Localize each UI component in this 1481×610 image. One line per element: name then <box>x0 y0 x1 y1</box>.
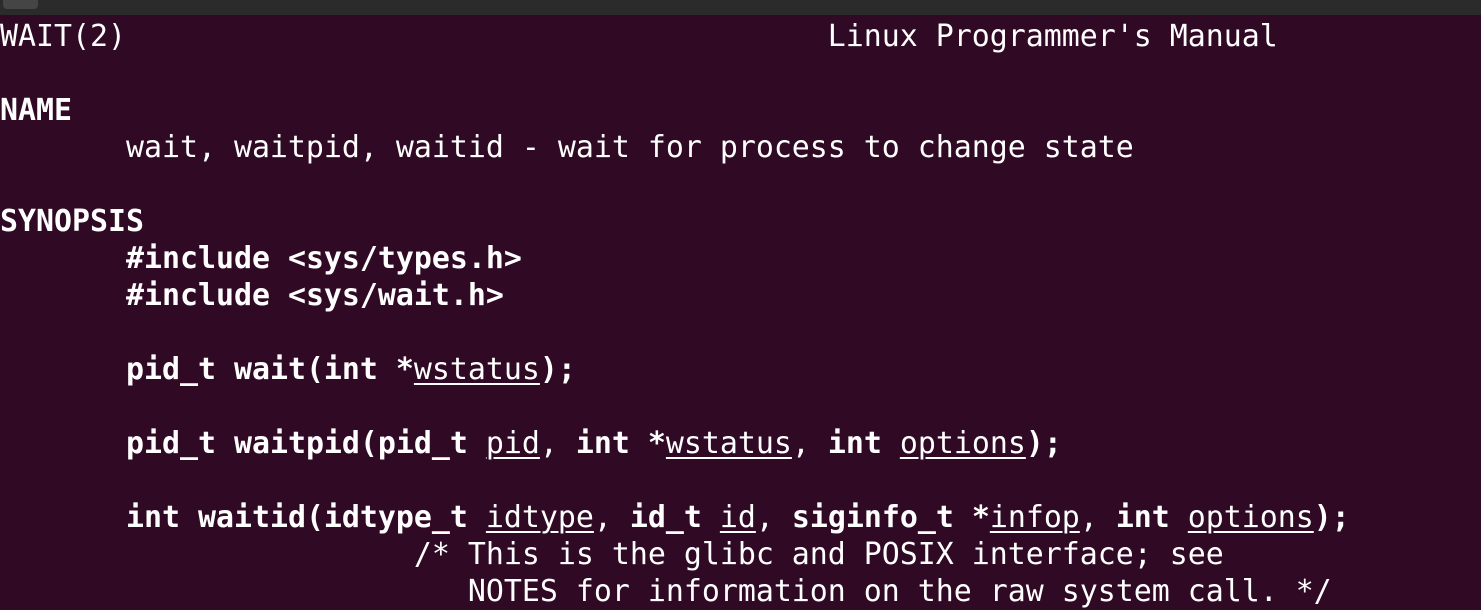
bold-text: ); <box>539 352 576 387</box>
bold-text: ); <box>1313 500 1350 535</box>
terminal-line: wait, waitpid, waitid - wait for process… <box>0 129 1350 166</box>
text: , <box>791 426 828 461</box>
argument-text: id <box>719 500 756 535</box>
terminal-line: SYNOPSIS​ <box>0 203 1350 240</box>
text: , <box>755 500 792 535</box>
bold-text: ); <box>1025 426 1062 461</box>
argument-text: idtype <box>485 500 594 535</box>
terminal-tab[interactable] <box>3 0 38 9</box>
terminal-line: NAME​ <box>0 92 1350 129</box>
bold-text: pid_t wait(int * <box>125 352 414 387</box>
text <box>0 241 126 276</box>
text <box>0 352 126 387</box>
text <box>0 278 126 313</box>
text <box>0 426 126 461</box>
terminal-line: ​ <box>0 314 1350 351</box>
text: NOTES for information on the raw system … <box>0 574 1332 609</box>
terminal-line: int waitid(idtype_t idtype, id_t id, sig… <box>0 499 1350 536</box>
terminal-line: ​ <box>0 462 1350 499</box>
terminal-line: ​ <box>0 166 1350 203</box>
text: /* This is the glibc and POSIX interface… <box>0 537 1224 572</box>
text: , <box>1079 500 1116 535</box>
argument-text: wstatus <box>665 426 792 461</box>
terminal-line: NOTES for information on the raw system … <box>0 573 1350 610</box>
bold-text: siginfo_t * <box>791 500 990 535</box>
terminal-line: #include <sys/wait.h>​ <box>0 277 1350 314</box>
argument-text: pid <box>485 426 540 461</box>
bold-text: #include <sys/wait.h> <box>125 278 504 313</box>
man-page-content: WAIT(2) Linux Programmer's Manual​​NAME​… <box>0 18 1350 610</box>
terminal-titlebar <box>0 0 1481 15</box>
argument-text: options <box>899 426 1026 461</box>
bold-text: SYNOPSIS <box>0 204 144 239</box>
bold-text: id_t <box>629 500 720 535</box>
terminal-line: WAIT(2) Linux Programmer's Manual​ <box>0 18 1350 55</box>
argument-text: options <box>1187 500 1314 535</box>
text: , <box>593 500 630 535</box>
terminal-line: ​ <box>0 55 1350 92</box>
terminal-line: /* This is the glibc and POSIX interface… <box>0 536 1350 573</box>
terminal-line: #include <sys/types.h>​ <box>0 240 1350 277</box>
text <box>0 500 126 535</box>
terminal-line: pid_t wait(int *wstatus);​ <box>0 351 1350 388</box>
bold-text: pid_t waitpid(pid_t <box>125 426 486 461</box>
text: WAIT(2) Linux Programmer's Manual <box>0 19 1278 54</box>
terminal-line: ​ <box>0 388 1350 425</box>
terminal-line: pid_t waitpid(pid_t pid, int *wstatus, i… <box>0 425 1350 462</box>
text: wait, waitpid, waitid - wait for process… <box>0 130 1134 165</box>
bold-text: int <box>827 426 900 461</box>
bold-text: int waitid(idtype_t <box>125 500 486 535</box>
argument-text: infop <box>989 500 1080 535</box>
bold-text: #include <sys/types.h> <box>125 241 522 276</box>
text: , <box>539 426 576 461</box>
bold-text: int * <box>575 426 666 461</box>
bold-text: NAME <box>0 93 72 128</box>
bold-text: int <box>1115 500 1188 535</box>
argument-text: wstatus <box>413 352 540 387</box>
